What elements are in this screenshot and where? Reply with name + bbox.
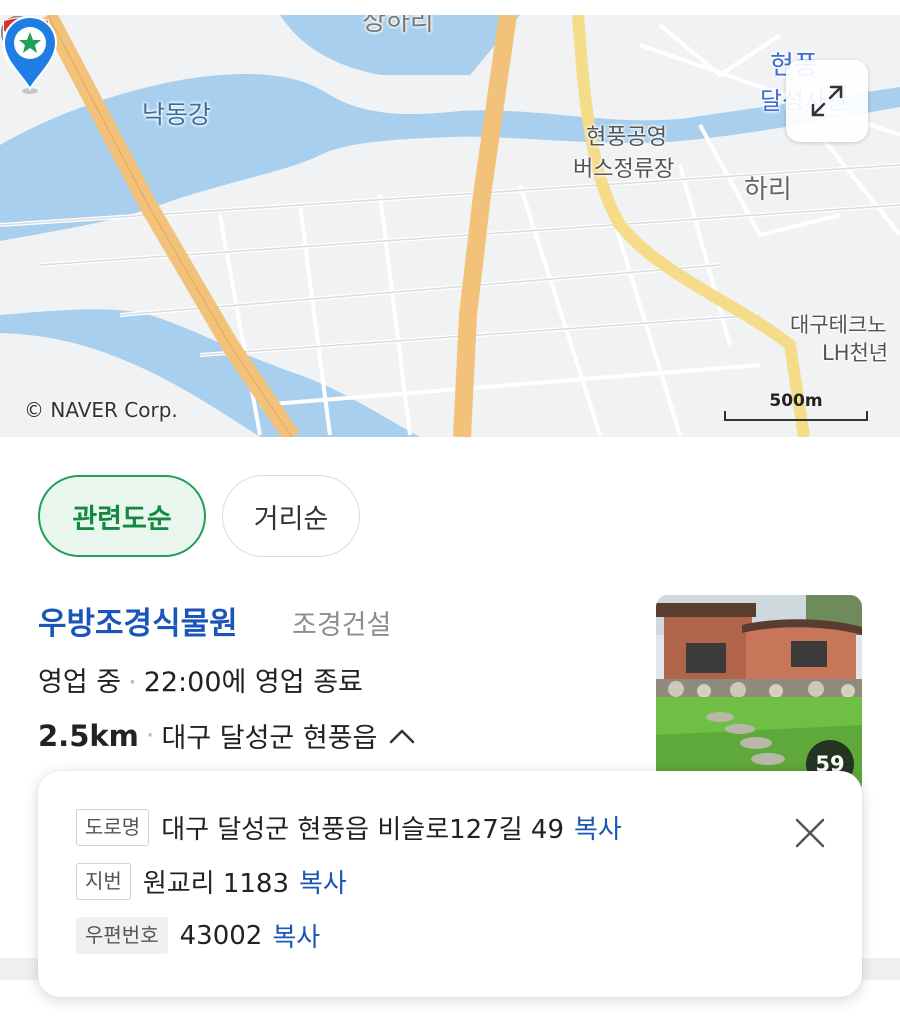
distance: 2.5km [38,718,139,753]
map-label-top: 상하리 [362,15,434,37]
expand-icon [811,85,843,117]
postal-code-row: 우편번호 43002 복사 [76,917,320,954]
hours-text: 22:00에 영업 종료 [143,667,363,698]
jibun-address-tag: 지번 [76,863,131,900]
scale-label: 500m [769,391,823,411]
business-status: 영업 중 · 22:00에 영업 종료 [38,667,363,698]
map-scale-bar: 500m [724,391,868,421]
map-view[interactable]: 상하리 현풍 달성사관 낙동강 현풍공영 버스정류장 하리 대구테크노 LH천년… [0,15,900,437]
road-address: 대구 달성군 현풍읍 비슬로127길 49 [161,815,565,845]
copy-postal-code-button[interactable]: 복사 [272,917,320,954]
road-address-tag: 도로명 [76,809,150,846]
jibun-address: 원교리 1183 [142,869,290,899]
map-label-river: 낙동강 [142,100,212,129]
map-canvas [0,15,900,437]
jibun-address-row: 지번 원교리 1183 복사 [76,863,347,900]
sort-chip-relevance[interactable]: 관련도순 [38,475,206,557]
sort-chip-distance[interactable]: 거리순 [222,475,360,557]
map-label-bus-stop-2: 버스정류장 [573,157,675,182]
copy-road-address-button[interactable]: 복사 [574,809,622,846]
status-text: 영업 중 [38,667,122,698]
map-expand-button[interactable] [786,60,868,142]
place-name[interactable]: 우방조경식물원 [38,598,238,643]
postal-code-tag: 우편번호 [76,917,168,954]
place-category: 조경건설 [292,610,392,641]
copy-jibun-address-button[interactable]: 복사 [299,863,347,900]
close-icon[interactable] [792,815,828,851]
distance-address-line[interactable]: 2.5km · 대구 달성군 현풍읍 [38,716,415,755]
map-copyright: © NAVER Corp. [24,398,178,422]
region: 대구 달성군 현풍읍 [161,723,378,754]
postal-code: 43002 [179,920,263,951]
map-label-hari: 하리 [744,175,792,205]
address-popup: 도로명 대구 달성군 현풍읍 비슬로127길 49 복사 지번 원교리 1183… [38,771,862,997]
location-pin-icon[interactable] [0,15,60,95]
map-label-techno-1: 대구테크노 [790,313,887,337]
chevron-up-icon[interactable] [389,727,415,745]
road-address-row: 도로명 대구 달성군 현풍읍 비슬로127길 49 복사 [76,809,622,846]
map-label-bus-stop-1: 현풍공영 [586,125,667,150]
map-label-techno-2: LH천년 [822,341,889,365]
